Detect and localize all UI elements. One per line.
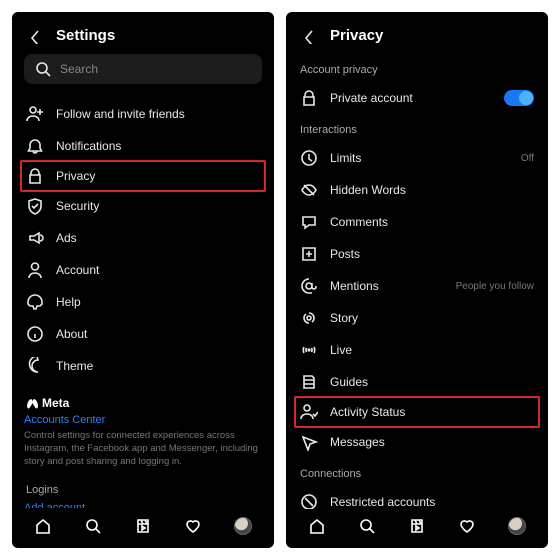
activity-icon bbox=[300, 403, 318, 421]
follow-icon bbox=[26, 105, 44, 123]
row-label: Account bbox=[56, 263, 260, 277]
lock-icon bbox=[300, 89, 318, 107]
interactions-header: Interactions bbox=[300, 124, 534, 136]
tab-search-icon[interactable] bbox=[358, 517, 376, 535]
tab-home-icon[interactable] bbox=[308, 517, 326, 535]
settings-item-ads[interactable]: Ads bbox=[24, 222, 262, 254]
privacy-item-comments[interactable]: Comments bbox=[298, 206, 536, 238]
tab-profile-avatar[interactable] bbox=[508, 517, 526, 535]
row-label: Comments bbox=[330, 215, 534, 229]
guides-icon bbox=[300, 373, 318, 391]
row-label: Posts bbox=[330, 247, 534, 261]
privacy-item-guides[interactable]: Guides bbox=[298, 366, 536, 398]
privacy-item-limits[interactable]: Limits Off bbox=[298, 142, 536, 174]
privacy-item-restricted[interactable]: Restricted accounts bbox=[298, 486, 536, 509]
mentions-icon bbox=[300, 277, 318, 295]
tab-reels-icon[interactable] bbox=[408, 517, 426, 535]
live-icon bbox=[300, 341, 318, 359]
settings-item-about[interactable]: About bbox=[24, 318, 262, 350]
privacy-item-messages[interactable]: Messages bbox=[298, 426, 536, 458]
row-label: Story bbox=[330, 311, 534, 325]
privacy-item-hidden[interactable]: Hidden Words bbox=[298, 174, 536, 206]
meta-description: Control settings for connected experienc… bbox=[24, 430, 262, 468]
story-icon bbox=[300, 309, 318, 327]
privacy-screen: Privacy Account privacy Private account … bbox=[286, 12, 548, 548]
row-trail: People you follow bbox=[456, 281, 534, 292]
private-account-row[interactable]: Private account bbox=[298, 82, 536, 114]
ads-icon bbox=[26, 229, 44, 247]
row-label: Limits bbox=[330, 151, 509, 165]
row-label: Privacy bbox=[56, 169, 260, 183]
settings-screen: Settings Search Follow and invite friend… bbox=[12, 12, 274, 548]
accounts-center-link[interactable]: Accounts Center bbox=[24, 414, 262, 426]
account-privacy-header: Account privacy bbox=[300, 64, 534, 76]
row-label: Activity Status bbox=[330, 405, 534, 419]
messages-icon bbox=[300, 433, 318, 451]
row-label: Live bbox=[330, 343, 534, 357]
row-label: Restricted accounts bbox=[330, 495, 534, 509]
tab-activity-icon[interactable] bbox=[184, 517, 202, 535]
row-label: Messages bbox=[330, 435, 534, 449]
row-label: Hidden Words bbox=[330, 183, 534, 197]
about-icon bbox=[26, 325, 44, 343]
privacy-header: Privacy bbox=[286, 12, 548, 54]
theme-icon bbox=[26, 357, 44, 375]
logins-header: Logins bbox=[26, 484, 260, 496]
posts-icon bbox=[300, 245, 318, 263]
tab-activity-icon[interactable] bbox=[458, 517, 476, 535]
search-icon bbox=[34, 60, 52, 78]
settings-item-theme[interactable]: Theme bbox=[24, 350, 262, 382]
settings-title: Settings bbox=[56, 27, 115, 44]
notifs-icon bbox=[26, 137, 44, 155]
privacy-item-mentions[interactable]: Mentions People you follow bbox=[298, 270, 536, 302]
tab-reels-icon[interactable] bbox=[134, 517, 152, 535]
limits-icon bbox=[300, 149, 318, 167]
row-trail: Off bbox=[521, 153, 534, 164]
privacy-item-live[interactable]: Live bbox=[298, 334, 536, 366]
security-icon bbox=[26, 197, 44, 215]
privacy-icon bbox=[26, 167, 44, 185]
row-label: Help bbox=[56, 295, 260, 309]
connections-header: Connections bbox=[300, 468, 534, 480]
account-icon bbox=[26, 261, 44, 279]
tab-search-icon[interactable] bbox=[84, 517, 102, 535]
settings-item-notifs[interactable]: Notifications bbox=[24, 130, 262, 162]
settings-item-privacy[interactable]: Privacy bbox=[20, 160, 266, 192]
private-account-label: Private account bbox=[330, 91, 492, 105]
row-label: Ads bbox=[56, 231, 260, 245]
tab-home-icon[interactable] bbox=[34, 517, 52, 535]
row-label: Mentions bbox=[330, 279, 444, 293]
privacy-title: Privacy bbox=[330, 27, 383, 44]
back-icon[interactable] bbox=[298, 26, 316, 44]
restricted-icon bbox=[300, 493, 318, 509]
meta-logo: Meta bbox=[24, 396, 262, 410]
hidden-icon bbox=[300, 181, 318, 199]
row-label: Guides bbox=[330, 375, 534, 389]
row-label: Notifications bbox=[56, 139, 260, 153]
private-account-toggle[interactable] bbox=[504, 90, 534, 106]
back-icon[interactable] bbox=[24, 26, 42, 44]
row-label: About bbox=[56, 327, 260, 341]
settings-header: Settings bbox=[12, 12, 274, 54]
row-label: Theme bbox=[56, 359, 260, 373]
search-placeholder: Search bbox=[60, 62, 98, 76]
privacy-item-posts[interactable]: Posts bbox=[298, 238, 536, 270]
row-label: Follow and invite friends bbox=[56, 107, 260, 121]
settings-item-account[interactable]: Account bbox=[24, 254, 262, 286]
privacy-item-activity[interactable]: Activity Status bbox=[294, 396, 540, 428]
settings-item-help[interactable]: Help bbox=[24, 286, 262, 318]
help-icon bbox=[26, 293, 44, 311]
settings-item-follow[interactable]: Follow and invite friends bbox=[24, 98, 262, 130]
privacy-item-story[interactable]: Story bbox=[298, 302, 536, 334]
comments-icon bbox=[300, 213, 318, 231]
tab-bar bbox=[286, 509, 548, 548]
settings-item-security[interactable]: Security bbox=[24, 190, 262, 222]
meta-block: Meta Accounts Center Control settings fo… bbox=[24, 396, 262, 468]
search-input[interactable]: Search bbox=[24, 54, 262, 84]
tab-profile-avatar[interactable] bbox=[234, 517, 252, 535]
tab-bar bbox=[12, 508, 274, 548]
row-label: Security bbox=[56, 199, 260, 213]
